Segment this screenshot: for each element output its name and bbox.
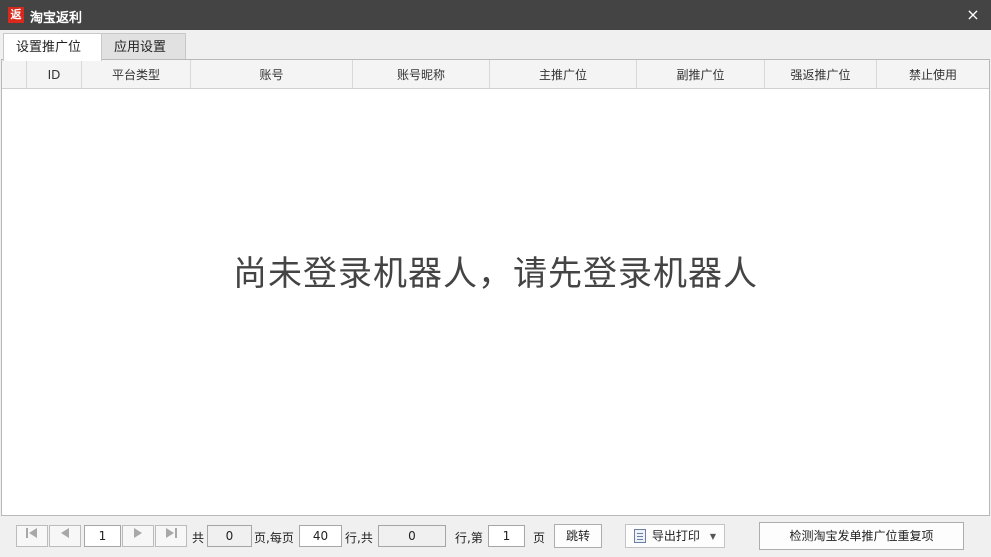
table-header: ID 平台类型 账号 账号昵称 主推广位 副推广位 强返推广位 禁止使用 <box>2 60 989 89</box>
column-header-platform-type[interactable]: 平台类型 <box>82 60 191 88</box>
empty-state-message: 尚未登录机器人，请先登录机器人 <box>233 254 758 294</box>
first-page-icon <box>26 528 37 538</box>
export-print-dropdown[interactable]: 导出打印 ▼ <box>625 524 725 548</box>
label-page: 页 <box>533 531 546 545</box>
next-page-button[interactable] <box>122 525 154 547</box>
window-title: 淘宝返利 <box>30 11 83 26</box>
prev-page-icon <box>61 528 69 538</box>
tab-bar: 设置推广位 应用设置 <box>0 30 991 61</box>
column-header-main-promo-position[interactable]: 主推广位 <box>490 60 637 88</box>
label-total: 共 <box>192 531 205 545</box>
total-pages-field: 0 <box>207 525 252 547</box>
grid-panel: ID 平台类型 账号 账号昵称 主推广位 副推广位 强返推广位 禁止使用 尚未登… <box>1 59 990 516</box>
prev-page-button[interactable] <box>49 525 81 547</box>
column-header-secondary-promo-position[interactable]: 副推广位 <box>637 60 765 88</box>
last-page-icon <box>166 528 177 538</box>
column-header-account[interactable]: 账号 <box>191 60 353 88</box>
dropdown-arrow-icon: ▼ <box>709 532 717 541</box>
label-row-number: 行,第 <box>455 531 483 545</box>
current-page-input[interactable]: 1 <box>84 525 121 547</box>
app-window: 返 淘宝返利 × 设置推广位 应用设置 ID 平台类型 账号 账号昵称 主推广位… <box>0 0 991 557</box>
label-per-page: 页,每页 <box>254 531 294 545</box>
close-button[interactable]: × <box>963 5 983 25</box>
goto-page-input[interactable]: 1 <box>488 525 525 547</box>
document-icon <box>633 529 646 543</box>
column-header-selector[interactable] <box>2 60 27 88</box>
column-header-id[interactable]: ID <box>27 60 82 88</box>
export-print-label: 导出打印 <box>651 529 700 543</box>
page-size-input[interactable]: 40 <box>299 525 342 547</box>
column-header-disabled[interactable]: 禁止使用 <box>877 60 989 88</box>
column-header-strong-rebate-position[interactable]: 强返推广位 <box>765 60 877 88</box>
pagination-bar: 1 共 0 页,每页 40 行,共 0 行,第 1 页 跳转 导出打印 ▼ 检测淘… <box>0 517 991 557</box>
total-rows-field: 0 <box>378 525 446 547</box>
check-duplicate-positions-button[interactable]: 检测淘宝发单推广位重复项 <box>759 522 964 550</box>
jump-button[interactable]: 跳转 <box>554 524 602 548</box>
label-rows-total: 行,共 <box>345 531 373 545</box>
app-logo-icon: 返 <box>8 7 24 23</box>
column-header-account-nickname[interactable]: 账号昵称 <box>353 60 490 88</box>
next-page-icon <box>134 528 142 538</box>
title-bar: 返 淘宝返利 × <box>0 0 991 30</box>
tab-set-promo-position[interactable]: 设置推广位 <box>3 33 102 61</box>
last-page-button[interactable] <box>155 525 187 547</box>
first-page-button[interactable] <box>16 525 48 547</box>
tab-app-settings[interactable]: 应用设置 <box>101 33 186 60</box>
